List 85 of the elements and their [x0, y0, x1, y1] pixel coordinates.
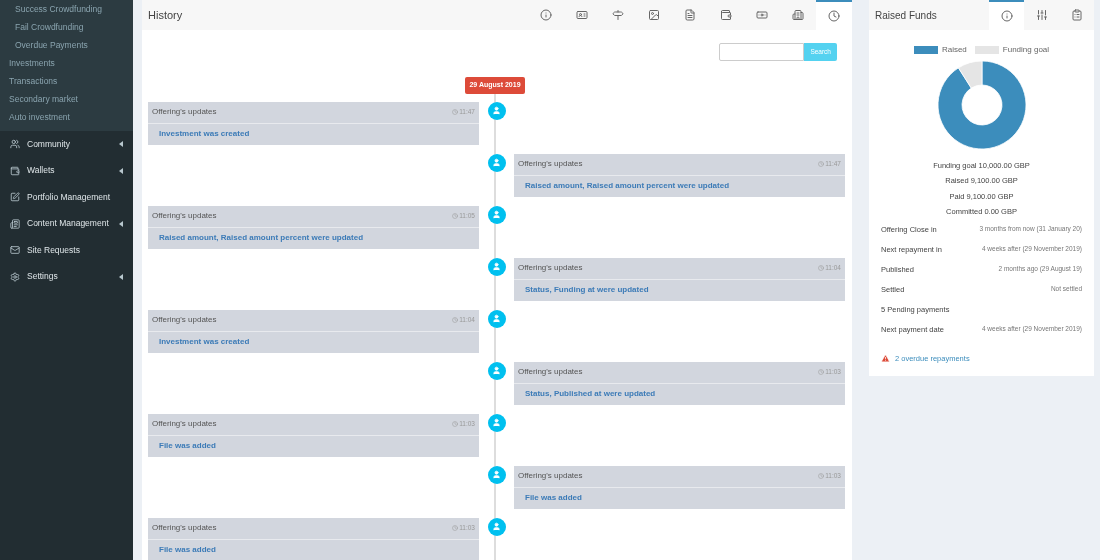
caret-icon — [119, 220, 123, 227]
nav-label: Site Requests — [27, 243, 81, 257]
tab[interactable] — [816, 0, 852, 30]
user-avatar-icon — [487, 361, 506, 380]
clock-icon — [452, 421, 459, 427]
card-text: Investment was created — [159, 128, 250, 140]
user-avatar-icon — [487, 309, 506, 328]
user-avatar-icon — [487, 517, 506, 536]
edit-icon — [10, 192, 20, 203]
submenu-item[interactable]: Transactions — [0, 72, 133, 90]
user-avatar-icon — [487, 465, 506, 484]
info-icon — [540, 9, 552, 21]
card-title: Offering's updates — [152, 418, 218, 430]
legend-label: Raised — [941, 44, 967, 56]
warning-icon — [881, 354, 890, 364]
nav-label: Wallets — [27, 164, 56, 178]
clock-icon — [818, 473, 825, 479]
nav-item[interactable]: Settings — [0, 263, 133, 290]
clock-icon — [452, 317, 459, 323]
card-text: Raised amount, Raised amount percent were updated — [525, 180, 730, 192]
submenu-item[interactable]: Auto investment — [0, 108, 133, 126]
card-title: Offering's updates — [152, 522, 218, 534]
user-avatar-icon — [487, 101, 506, 120]
nav-label: Settings — [27, 270, 59, 284]
nav-label: Content Management — [27, 217, 110, 231]
nav-item[interactable]: Content Management — [0, 210, 133, 237]
card-text: Investment was created — [159, 336, 250, 348]
submenu-item[interactable]: Investments — [0, 54, 133, 72]
clock-icon — [818, 369, 825, 375]
card-title: Offering's updates — [518, 262, 584, 274]
user-avatar-icon — [487, 153, 506, 172]
submenu-item[interactable]: Overdue Payments — [0, 36, 133, 54]
image-icon — [648, 9, 660, 21]
card-title: Offering's updates — [152, 314, 218, 326]
legend-label: Funding goal — [1002, 44, 1050, 56]
submenu-item[interactable]: Success Crowdfunding — [0, 0, 133, 18]
wallet-icon — [10, 165, 20, 176]
nav-item[interactable]: Wallets — [0, 157, 133, 184]
card-text: Raised amount, Raised amount percent were updated — [159, 232, 364, 244]
nav-label: Community — [27, 137, 71, 151]
info-icon — [1000, 10, 1013, 22]
nav-item[interactable]: Portfolio Management — [0, 184, 133, 211]
panel-title: Raised Funds — [875, 8, 938, 23]
search-field[interactable] — [719, 43, 805, 61]
caret-icon — [119, 141, 123, 148]
card-title: Offering's updates — [518, 366, 584, 378]
building-icon — [792, 9, 804, 21]
card-title: Offering's updates — [152, 210, 218, 222]
id-card-icon — [576, 9, 588, 21]
card-text: File was added — [159, 544, 216, 556]
card-title: Offering's updates — [152, 106, 218, 118]
mail-icon — [10, 245, 20, 256]
panel-title: History — [148, 7, 184, 23]
card-text: Status, Funding at were updated — [525, 284, 649, 296]
card-title: Offering's updates — [518, 470, 584, 482]
user-avatar-icon — [487, 413, 506, 432]
sliders-icon — [1035, 9, 1048, 21]
document-icon — [684, 9, 696, 21]
nav-item[interactable]: Community — [0, 131, 133, 158]
clock-icon — [828, 10, 840, 22]
nav-label: Portfolio Management — [27, 190, 112, 204]
clock-icon — [452, 109, 459, 115]
settings-icon — [10, 271, 20, 282]
clock-icon — [452, 213, 459, 219]
user-avatar-icon — [487, 257, 506, 276]
card-text: Status, Published at were updated — [525, 388, 656, 400]
card-title: Offering's updates — [518, 158, 584, 170]
submenu-item[interactable]: Secondary market — [0, 90, 133, 108]
banknote-icon — [756, 9, 768, 21]
clipboard-icon — [1070, 9, 1083, 21]
card-text: File was added — [159, 440, 216, 452]
nav-item[interactable]: Site Requests — [0, 237, 133, 264]
card-text: File was added — [525, 492, 582, 504]
user-avatar-icon — [487, 205, 506, 224]
caret-icon — [119, 167, 123, 174]
caret-icon — [119, 273, 123, 280]
tab[interactable] — [989, 0, 1024, 30]
submenu-item[interactable]: Fail Crowdfunding — [0, 18, 133, 36]
wallet-icon — [720, 9, 732, 21]
signpost-icon — [612, 9, 624, 21]
users-icon — [10, 139, 20, 150]
newspaper-icon — [10, 218, 20, 229]
clock-icon — [818, 265, 825, 271]
clock-icon — [818, 161, 825, 167]
clock-icon — [452, 525, 459, 531]
